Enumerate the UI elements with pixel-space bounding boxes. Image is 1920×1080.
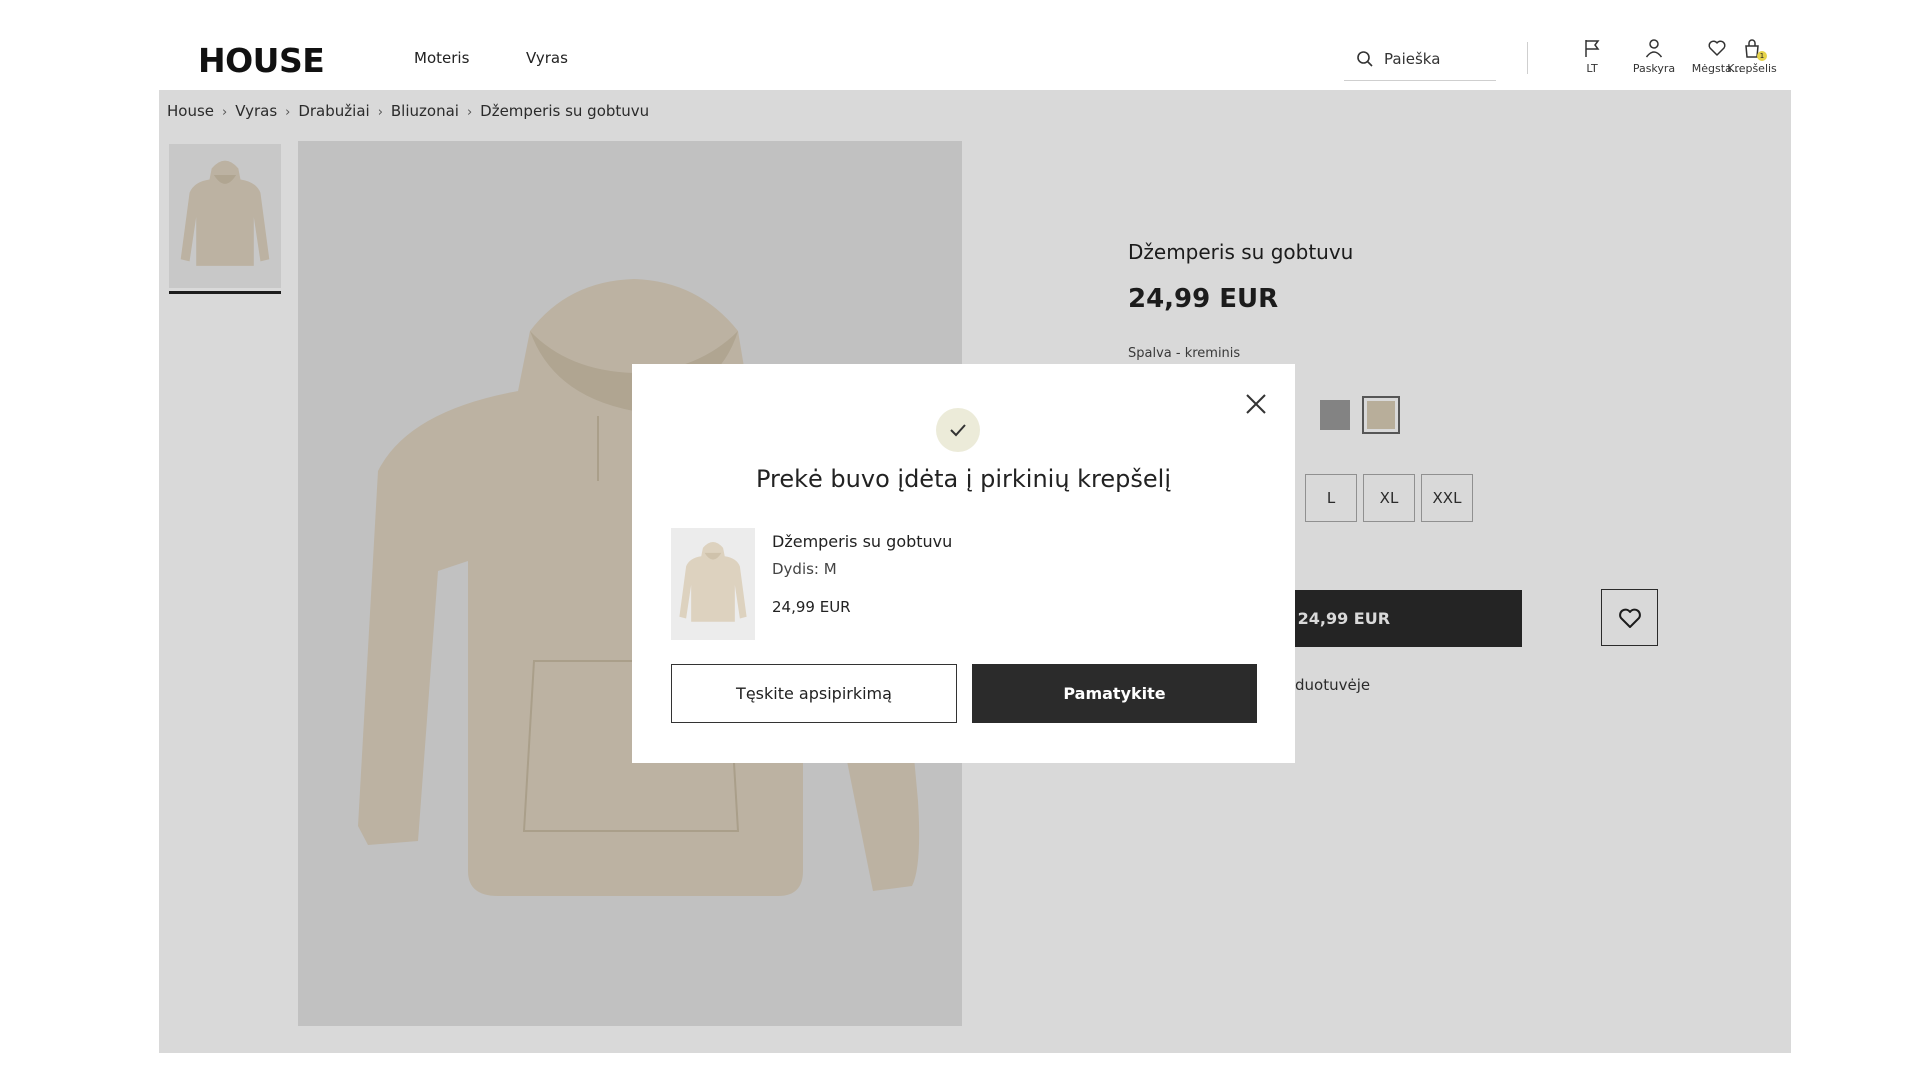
search-box[interactable]: [1344, 39, 1496, 81]
modal-title: Prekė buvo įdėta į pirkinių krepšelį: [755, 465, 1172, 493]
search-input[interactable]: [1384, 47, 1492, 71]
cart-link[interactable]: 1 Krepšelis: [1721, 38, 1783, 75]
cart-label: Krepšelis: [1727, 62, 1777, 75]
user-icon: [1645, 39, 1663, 58]
cart-item-size: Dydis: M: [772, 560, 837, 578]
cart-count-badge: 1: [1757, 51, 1767, 61]
hoodie-thumbnail-image: [671, 529, 755, 639]
header-divider: [1527, 42, 1528, 74]
house-logo[interactable]: HOUSE: [198, 41, 325, 80]
cart-item-price: 24,99 EUR: [772, 598, 851, 616]
cart-item-thumbnail: [671, 528, 755, 640]
browser-viewport: HOUSE Moteris Vyras LT Paskyra: [159, 33, 1791, 1053]
view-cart-button[interactable]: Pamatykite: [972, 664, 1257, 723]
nav-vyras[interactable]: Vyras: [526, 49, 568, 67]
success-badge: [936, 408, 980, 452]
account-link[interactable]: Paskyra: [1623, 38, 1685, 75]
search-icon: [1357, 51, 1373, 67]
continue-shopping-button[interactable]: Tęskite apsipirkimą: [671, 664, 957, 723]
close-icon[interactable]: [1242, 390, 1270, 418]
language-selector[interactable]: LT: [1561, 38, 1623, 75]
cart-item-name: Džemperis su gobtuvu: [772, 532, 953, 551]
account-label: Paskyra: [1632, 62, 1676, 75]
site-header: HOUSE Moteris Vyras LT Paskyra: [159, 33, 1791, 90]
nav-moteris[interactable]: Moteris: [414, 49, 469, 67]
flag-icon: [1585, 40, 1600, 57]
language-label: LT: [1586, 62, 1598, 75]
added-to-cart-modal: Prekė buvo įdėta į pirkinių krepšelį Dže…: [632, 364, 1295, 763]
check-icon: [950, 424, 966, 437]
